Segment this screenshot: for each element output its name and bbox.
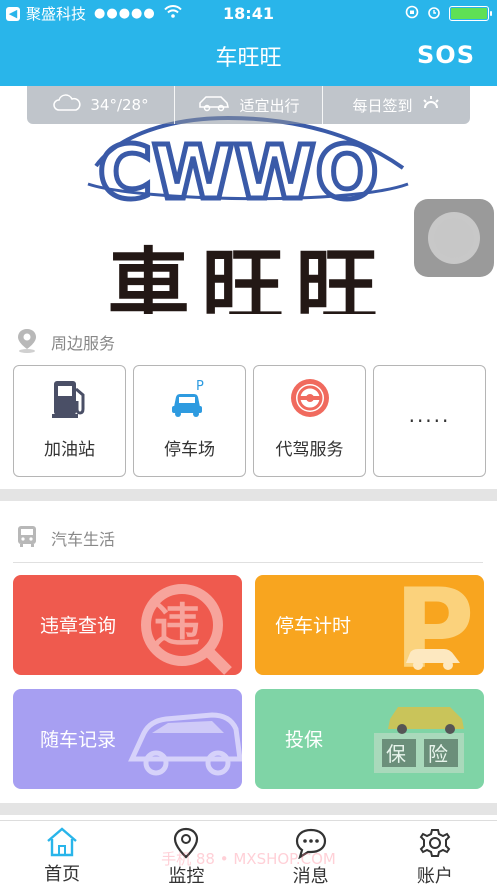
parking-car-icon: P [168, 373, 212, 423]
more-icon: ····· [408, 409, 451, 433]
car-icon [197, 94, 231, 116]
insurance-label: 投保 [285, 729, 324, 751]
weather-cell: 34°/28° [27, 86, 175, 124]
hero-banner: CWWO 34°/28° 适宜出行 每日签到 車旺旺 [0, 86, 497, 314]
rotation-lock-icon [405, 5, 419, 22]
tab-bar: 首页 监控 消息 账户 [0, 820, 497, 887]
parking-p-icon: P [394, 575, 475, 675]
tab-messages-label: 消息 [292, 866, 329, 887]
home-icon [45, 827, 79, 857]
svg-text:险: 险 [428, 742, 448, 766]
nav-bar: 车旺旺 SOS [0, 27, 497, 86]
daily-signin-button[interactable]: 每日签到 [323, 86, 470, 124]
svg-text:保: 保 [386, 742, 406, 766]
sos-button[interactable]: SOS [417, 41, 475, 69]
car-life-section-title: 汽车生活 [51, 530, 116, 549]
svg-text:违: 违 [154, 598, 200, 652]
temperature-text: 34°/28° [90, 96, 149, 114]
gas-station-button[interactable]: 加油站 [13, 365, 126, 477]
parking-lot-button[interactable]: P 停车场 [133, 365, 246, 477]
info-bar: 34°/28° 适宜出行 每日签到 [27, 86, 470, 124]
alarm-icon [427, 5, 441, 22]
parking-timer-tile[interactable]: 停车计时 P [255, 575, 484, 675]
svg-text:CWWO: CWWO [98, 130, 378, 216]
tab-monitor[interactable]: 监控 [124, 821, 248, 887]
car-life-section-header: 汽车生活 [0, 518, 497, 558]
more-services-button[interactable]: ····· [373, 365, 486, 477]
car-outline-icon [128, 712, 242, 776]
parking-timer-label: 停车计时 [275, 615, 352, 637]
gear-icon [419, 827, 451, 859]
chauffeur-service-button[interactable]: 代驾服务 [253, 365, 366, 477]
section-divider [0, 489, 497, 501]
signin-label: 每日签到 [352, 96, 413, 115]
section-underline [13, 562, 483, 563]
travel-index-text: 适宜出行 [239, 96, 300, 115]
travel-cell: 适宜出行 [175, 86, 323, 124]
vehicle-record-label: 随车记录 [40, 729, 117, 751]
parking-lot-label: 停车场 [164, 440, 215, 460]
tab-home[interactable]: 首页 [0, 821, 124, 885]
sun-icon [421, 94, 441, 116]
tab-monitor-label: 监控 [168, 866, 205, 887]
chauffeur-service-label: 代驾服务 [275, 440, 344, 460]
nearby-section-title: 周边服务 [51, 334, 116, 353]
violation-query-tile[interactable]: 违章查询 违 [13, 575, 242, 675]
svg-text:P: P [196, 379, 204, 394]
status-bar: ◀ 聚盛科技 ●●●●● 18:41 [0, 0, 497, 27]
location-pin-icon [172, 827, 200, 859]
gas-station-label: 加油站 [44, 440, 95, 460]
assistive-touch-button[interactable] [414, 199, 494, 277]
steering-wheel-icon [289, 373, 331, 423]
location-pin-icon [15, 327, 39, 357]
section-divider [0, 803, 497, 815]
insurance-car-icon: 保 险 [374, 707, 464, 773]
gas-station-icon [50, 373, 90, 423]
cloud-icon [52, 94, 82, 116]
nearby-section-header: 周边服务 [0, 322, 497, 362]
battery-icon [449, 6, 492, 21]
tab-account-label: 账户 [416, 866, 453, 887]
vehicle-record-tile[interactable]: 随车记录 [13, 689, 242, 789]
tab-home-label: 首页 [44, 864, 81, 885]
nearby-services-grid: 加油站 P 停车场 代驾服务 ····· [13, 365, 486, 477]
tab-messages[interactable]: 消息 [249, 821, 373, 887]
chat-bubble-icon [294, 827, 328, 859]
violation-stamp-icon: 违 [141, 584, 232, 675]
insurance-tile[interactable]: 投保 保 险 [255, 689, 484, 789]
tab-account[interactable]: 账户 [373, 821, 497, 887]
violation-query-label: 违章查询 [40, 615, 117, 637]
bus-icon [15, 524, 39, 552]
